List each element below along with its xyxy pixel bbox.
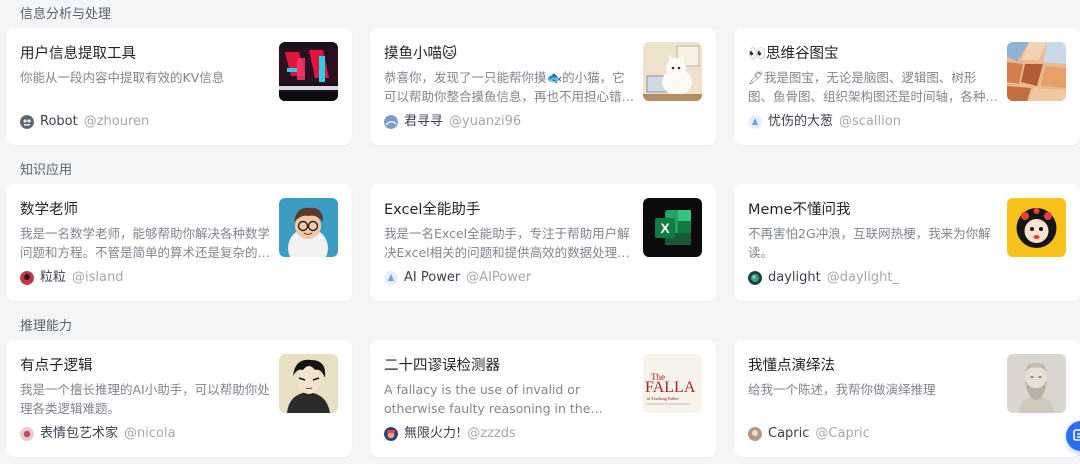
robot-avatar-icon: [20, 115, 34, 129]
excel-x-letter: X: [660, 220, 670, 236]
agent-card-deduction[interactable]: 我懂点演绎法 给我一个陈述，我帮你做演绎推理 Capric @Capric: [734, 340, 1080, 457]
agent-card-logic-helper[interactable]: 有点子逻辑 我是一个擅长推理的AI小助手，可以帮助你处理各类逻辑难题。 表情包艺…: [6, 340, 352, 457]
user-avatar-icon: [20, 271, 34, 285]
agent-card-fish-cat[interactable]: 摸鱼小喵🐱 恭喜你，发现了一只能帮你摸🐟的小猫，它可以帮助你整合摸鱼信息，再也不…: [370, 28, 716, 145]
author-name: 表情包艺术家: [40, 426, 119, 441]
author-handle: @zhouren: [83, 114, 150, 129]
user-avatar-icon: [20, 427, 34, 441]
card-author: 忧伤的大葱 @scallion: [748, 114, 901, 130]
anime-boy-image: [279, 354, 338, 413]
card-author: Capric @Capric: [748, 426, 870, 442]
author-handle: @scallion: [839, 114, 901, 129]
card-description: 给我一个陈述，我帮你做演绎推理: [748, 382, 936, 397]
section-title-reasoning: 推理能力: [20, 319, 73, 334]
fallacy-cover-subtitle: of Teaching Fables: [647, 396, 679, 401]
card-title: 有点子逻辑: [20, 358, 93, 374]
ai-avatar-icon: [748, 115, 762, 129]
user-avatar-icon: [384, 427, 398, 441]
card-author: AI Power @AIPower: [384, 270, 531, 286]
author-handle: @daylight_: [826, 270, 899, 285]
card-author: 君寻寻 @yuanzi96: [384, 114, 521, 130]
fallacy-cover-word: FALLA: [645, 379, 696, 396]
card-thumbnail: [279, 198, 338, 257]
card-thumbnail: [643, 42, 702, 101]
agent-card-user-info-extractor[interactable]: 用户信息提取工具 你能从一段内容中提取有效的KV信息 Robot @zhoure…: [6, 28, 352, 145]
author-name: 君寻寻: [404, 114, 444, 129]
card-title: 我懂点演绎法: [748, 358, 835, 374]
card-description: 恭喜你，发现了一只能帮你摸🐟的小猫，它可以帮助你整合摸鱼信息，再也不用担心错过任…: [384, 70, 635, 104]
globe-avatar-icon: [748, 271, 762, 285]
author-name: 忧伤的大葱: [768, 114, 834, 129]
card-thumbnail: [279, 42, 338, 101]
agent-card-diagram-helper[interactable]: 👀思维谷图宝 🖊我是图宝，无论是脑图、逻辑图、树形图、鱼骨图、组织架构图还是时间…: [734, 28, 1080, 145]
geometric-art-image: [1007, 42, 1066, 101]
card-thumbnail: [1007, 42, 1066, 101]
author-handle: @island: [72, 270, 124, 285]
card-title: 👀思维谷图宝: [748, 46, 839, 62]
card-description: 我是一名Excel全能助手，专注于帮助用户解决Excel相关的问题和提供高效的数…: [384, 226, 630, 260]
teacher-cartoon-image: [279, 198, 338, 257]
user-avatar-icon: [384, 115, 398, 129]
cat-at-desk-image: [643, 42, 702, 101]
author-name: Capric: [768, 426, 810, 441]
agent-card-math-teacher[interactable]: 数学老师 我是一名数学老师，能够帮助你解决各种数学问题和方程。不管是简单的算术还…: [6, 184, 352, 301]
author-name: 無限火力!: [404, 426, 462, 441]
card-title: Meme不懂问我: [748, 202, 851, 218]
card-title: Excel全能助手: [384, 202, 481, 218]
card-description: 不再害怕2G冲浪，互联网热梗，我来为你解读。: [748, 226, 991, 260]
chat-icon: [1073, 429, 1080, 441]
author-handle: @AIPower: [466, 270, 532, 285]
user-avatar-icon: [748, 427, 762, 441]
card-thumbnail: [279, 354, 338, 413]
agent-card-meme-explainer[interactable]: Meme不懂问我 不再害怕2G冲浪，互联网热梗，我来为你解读。 daylight…: [734, 184, 1080, 301]
card-author: 無限火力! @zzzds: [384, 426, 516, 442]
section-title-knowledge: 知识应用: [20, 163, 73, 178]
card-thumbnail: X: [643, 198, 702, 257]
card-description: 你能从一段内容中提取有效的KV信息: [20, 70, 225, 85]
card-description: 我是一个擅长推理的AI小助手，可以帮助你处理各类逻辑难题。: [20, 382, 270, 416]
fallacy-book-cover-image: The FALLA of Teaching Fables: [643, 354, 702, 413]
author-handle: @zzzds: [467, 426, 516, 441]
card-title: 用户信息提取工具: [20, 46, 136, 62]
card-title: 二十四谬误检测器: [384, 358, 500, 374]
philosopher-bust-image: [1007, 354, 1066, 413]
card-author: Robot @zhouren: [20, 114, 149, 130]
card-thumbnail: The FALLA of Teaching Fables: [643, 354, 702, 413]
card-thumbnail: [1007, 198, 1066, 257]
agent-card-fallacy-detector[interactable]: 二十四谬误检测器 A fallacy is the use of invalid…: [370, 340, 716, 457]
agent-card-excel-helper[interactable]: Excel全能助手 我是一名Excel全能助手，专注于帮助用户解决Excel相关…: [370, 184, 716, 301]
card-description: 我是一名数学老师，能够帮助你解决各种数学问题和方程。不管是简单的算术还是复杂的微…: [20, 226, 271, 260]
agent-gallery: 信息分析与处理 用户信息提取工具 你能从一段内容中提取有效的KV信息 Robot…: [0, 0, 1080, 464]
card-description: A fallacy is the use of invalid or other…: [384, 382, 591, 416]
card-description: 🖊我是图宝，无论是脑图、逻辑图、树形图、鱼骨图、组织架构图还是时间轴，各种图形都…: [748, 70, 999, 104]
card-author: daylight @daylight_: [748, 270, 899, 286]
author-name: AI Power: [404, 270, 461, 285]
excel-logo-icon: X: [643, 198, 702, 257]
ai-avatar-icon: [384, 271, 398, 285]
author-handle: @yuanzi96: [449, 114, 522, 129]
author-handle: @Capric: [815, 426, 870, 441]
author-name: Robot: [40, 114, 78, 129]
meme-girl-image: [1007, 198, 1066, 257]
section-title-info: 信息分析与处理: [20, 7, 112, 22]
neon-vault-image: [279, 42, 338, 101]
card-title: 数学老师: [20, 202, 78, 218]
card-author: 表情包艺术家 @nicola: [20, 426, 176, 442]
card-thumbnail: [1007, 354, 1066, 413]
author-name: daylight: [768, 270, 821, 285]
card-title: 摸鱼小喵🐱: [384, 46, 458, 62]
card-author: 粒粒 @island: [20, 270, 123, 286]
author-name: 粒粒: [40, 270, 67, 285]
author-handle: @nicola: [124, 426, 176, 441]
